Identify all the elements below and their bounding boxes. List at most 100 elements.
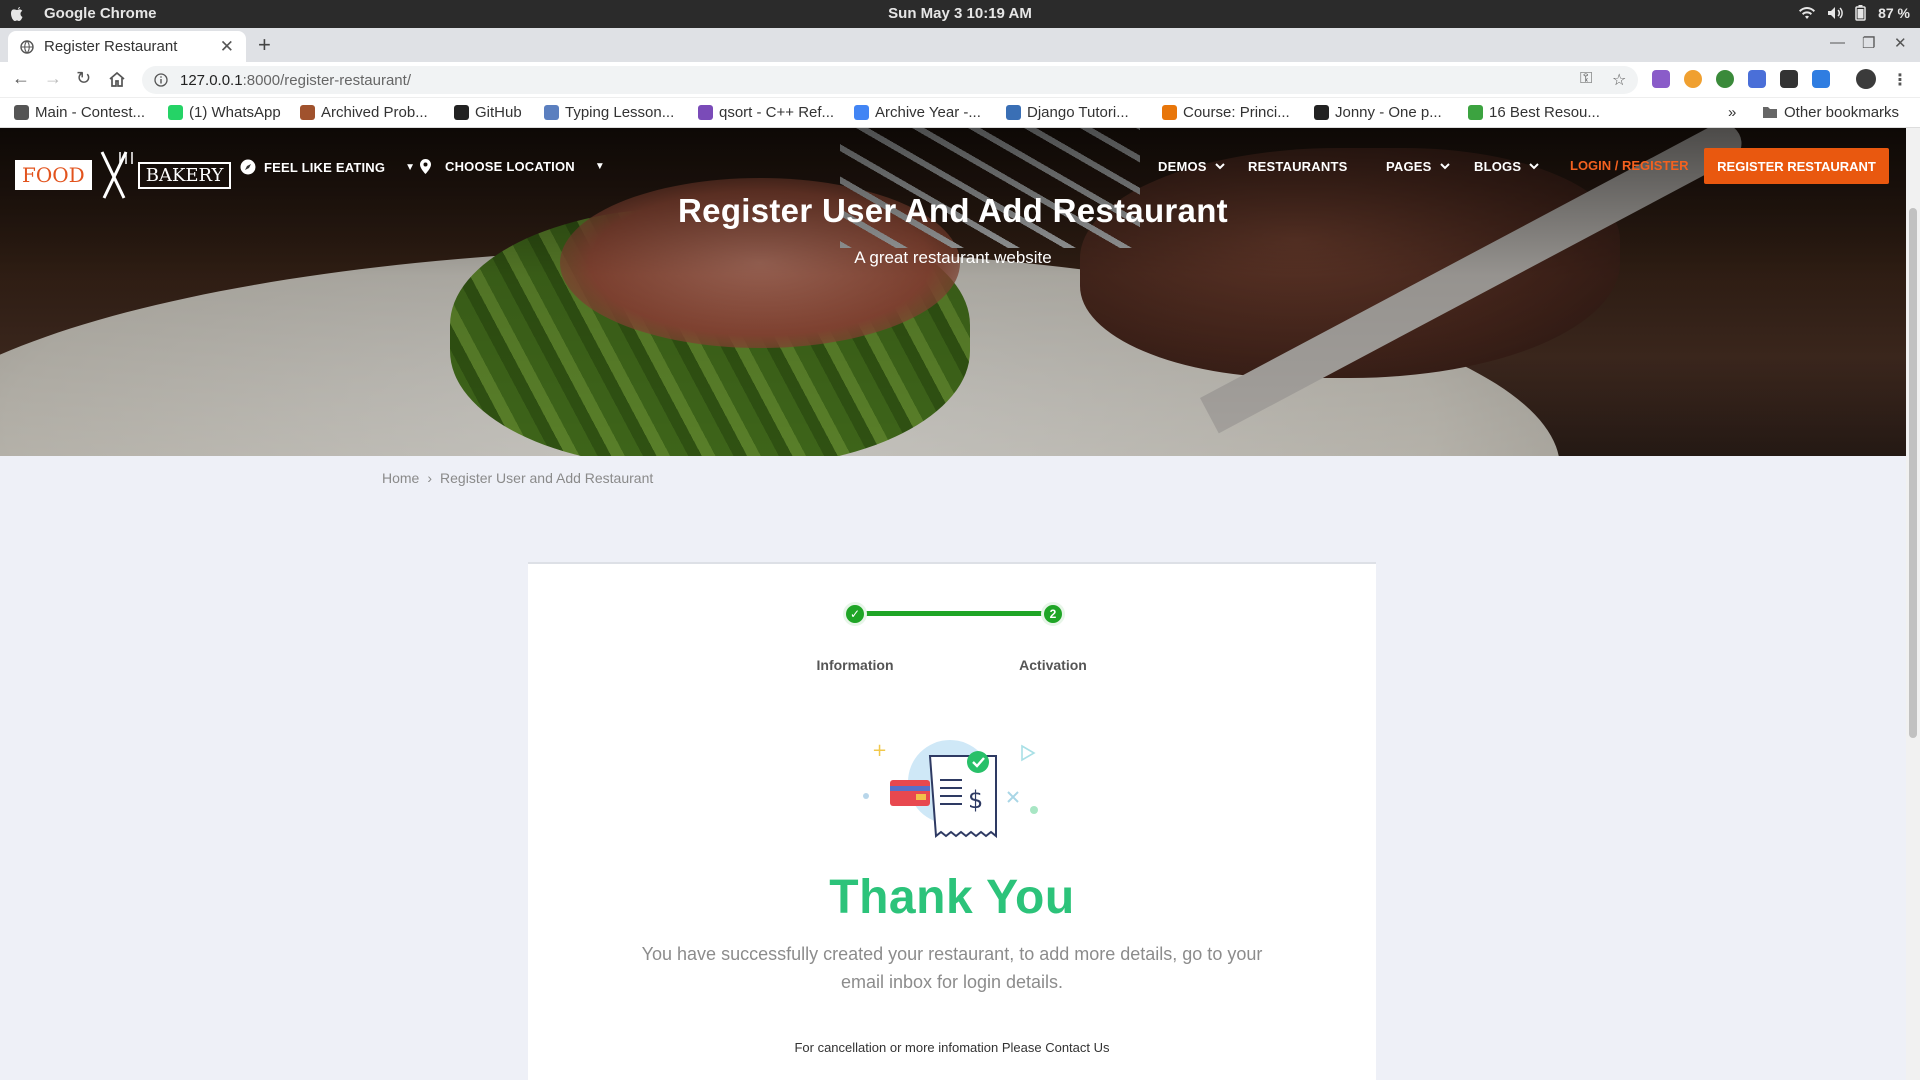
home-icon[interactable] <box>108 71 126 88</box>
bookmark-item[interactable]: Course: Princi... <box>1162 104 1290 121</box>
bookmark-favicon-icon <box>300 105 315 120</box>
nav-restaurants-label: RESTAURANTS <box>1248 159 1348 174</box>
page-title: Register User And Add Restaurant <box>678 192 1228 229</box>
bookmark-favicon-icon <box>454 105 469 120</box>
bookmark-label: Main - Contest... <box>35 104 146 121</box>
nav-feel-like-eating[interactable]: FEEL LIKE EATING ▼ <box>240 159 415 175</box>
card-stripe <box>890 786 930 791</box>
step-1-label: Information <box>816 657 894 673</box>
back-icon[interactable]: ← <box>12 68 30 89</box>
bookmarks-bar: Main - Contest... (1) WhatsApp Archived … <box>0 98 1920 128</box>
chevron-down-icon <box>1214 163 1225 170</box>
url-host: 127.0.0.1 <box>180 71 243 89</box>
progress-line <box>855 611 1053 616</box>
bookmark-favicon-icon <box>1314 105 1329 120</box>
key-icon[interactable]: ⚿ <box>1580 70 1592 88</box>
extension-icon[interactable] <box>1716 70 1734 88</box>
caret-down-icon: ▼ <box>405 161 416 173</box>
login-register-link[interactable]: LOGIN / REGISTER <box>1570 158 1688 173</box>
forward-icon[interactable]: → <box>44 68 62 89</box>
logo-bakery: BAKERY <box>137 161 232 189</box>
bookmark-item[interactable]: qsort - C++ Ref... <box>698 104 834 121</box>
bookmark-item[interactable]: 16 Best Resou... <box>1468 104 1600 121</box>
scrollbar-thumb[interactable] <box>1909 208 1917 738</box>
nav-location-label: CHOOSE LOCATION <box>445 159 575 174</box>
bookmark-item[interactable]: Jonny - One p... <box>1314 104 1442 121</box>
contact-note: For cancellation or more infomation Plea… <box>794 1040 1110 1055</box>
site-info-icon[interactable] <box>154 73 168 87</box>
extension-icon[interactable] <box>1812 70 1830 88</box>
thank-you-heading: Thank You <box>829 871 1075 924</box>
restore-icon[interactable]: ❐ <box>1862 34 1875 52</box>
x-sparkle-icon <box>1007 791 1019 803</box>
breadcrumb-home-link[interactable]: Home <box>382 470 419 486</box>
bookmark-favicon-icon <box>854 105 869 120</box>
page-scrollbar[interactable] <box>1906 128 1920 1080</box>
bookmark-favicon-icon <box>1468 105 1483 120</box>
tab-close-icon[interactable]: ✕ <box>220 37 234 57</box>
bookmark-item[interactable]: GitHub <box>454 104 522 121</box>
profile-avatar[interactable] <box>1856 69 1876 89</box>
bookmark-star-icon[interactable]: ☆ <box>1612 70 1626 90</box>
battery-percent: 87 % <box>1878 5 1910 21</box>
breadcrumb-separator: › <box>427 470 433 486</box>
wifi-icon[interactable] <box>1799 6 1816 20</box>
extension-icon[interactable] <box>1652 70 1670 88</box>
bookmark-item[interactable]: Archive Year -... <box>854 104 981 121</box>
logo-food: FOOD <box>15 160 92 190</box>
new-tab-icon[interactable]: + <box>258 32 271 58</box>
extension-icon[interactable] <box>1780 70 1798 88</box>
bookmark-label: GitHub <box>475 104 522 121</box>
step-2-number: 2 <box>1041 602 1065 626</box>
minimize-icon[interactable]: — <box>1830 34 1845 51</box>
extension-icon[interactable] <box>1748 70 1766 88</box>
browser-toolbar: ← → ↻ 127.0.0.1:8000/register-restaurant… <box>0 62 1920 98</box>
reload-icon[interactable]: ↻ <box>76 68 91 89</box>
hero-banner: FOOD BAKERY FEEL LIKE EATING ▼ CHOOSE LO… <box>0 128 1906 456</box>
globe-icon <box>20 39 34 54</box>
bookmark-label: (1) WhatsApp <box>189 104 281 121</box>
bookmark-item[interactable]: Main - Contest... <box>14 104 145 121</box>
browser-tab[interactable]: Register Restaurant ✕ <box>8 31 246 62</box>
system-tray: 87 % <box>1799 5 1910 21</box>
bookmark-item[interactable]: (1) WhatsApp <box>168 104 281 121</box>
nav-blogs[interactable]: BLOGS <box>1474 159 1539 174</box>
system-clock[interactable]: Sun May 3 10:19 AM <box>0 5 1920 22</box>
folder-icon <box>1763 107 1777 118</box>
os-menu-bar: Google Chrome Sun May 3 10:19 AM 87 % <box>0 0 1920 28</box>
nav-demos[interactable]: DEMOS <box>1158 159 1225 174</box>
other-bookmarks[interactable]: Other bookmarks <box>1762 104 1899 121</box>
registration-card: ✓ 2 Information Activation + $ Thank You… <box>528 562 1376 1080</box>
credit-card-icon <box>890 780 930 806</box>
other-bookmarks-label: Other bookmarks <box>1784 104 1900 121</box>
site-header: FOOD BAKERY FEEL LIKE EATING ▼ CHOOSE LO… <box>0 128 1906 199</box>
chrome-menu-icon[interactable]: ⋮ <box>1892 70 1908 90</box>
extension-icon[interactable] <box>1684 70 1702 88</box>
bookmark-label: Archived Prob... <box>321 104 428 121</box>
nav-pages-label: PAGES <box>1386 159 1432 174</box>
tab-title: Register Restaurant <box>44 38 178 55</box>
bookmark-item[interactable]: Django Tutori... <box>1006 104 1129 121</box>
breadcrumb-current: Register User and Add Restaurant <box>440 470 654 486</box>
bookmark-favicon-icon <box>168 105 183 120</box>
window-close-icon[interactable]: ✕ <box>1894 34 1907 52</box>
volume-icon[interactable] <box>1827 6 1843 20</box>
success-message: You have successfully created your resta… <box>641 944 1263 992</box>
bookmark-label: Typing Lesson... <box>565 104 675 121</box>
url-path: :8000/register-restaurant/ <box>242 71 411 89</box>
bookmark-item[interactable]: Archived Prob... <box>300 104 428 121</box>
compass-icon <box>240 159 256 175</box>
battery-icon[interactable] <box>1855 5 1866 21</box>
bookmarks-overflow-icon[interactable]: » <box>1728 104 1736 121</box>
nav-choose-location[interactable]: CHOOSE LOCATION ▼ <box>420 159 605 174</box>
bookmark-label: qsort - C++ Ref... <box>719 104 835 121</box>
nav-restaurants[interactable]: RESTAURANTS <box>1248 159 1347 174</box>
payment-receipt-illustration: + $ <box>863 740 1038 839</box>
bookmark-label: Django Tutori... <box>1027 104 1129 121</box>
nav-pages[interactable]: PAGES <box>1386 159 1450 174</box>
address-bar[interactable]: 127.0.0.1:8000/register-restaurant/ <box>142 66 1638 94</box>
register-restaurant-button[interactable]: REGISTER RESTAURANT <box>1704 148 1889 184</box>
bookmark-label: Jonny - One p... <box>1335 104 1442 121</box>
map-pin-icon <box>420 159 431 174</box>
bookmark-item[interactable]: Typing Lesson... <box>544 104 674 121</box>
